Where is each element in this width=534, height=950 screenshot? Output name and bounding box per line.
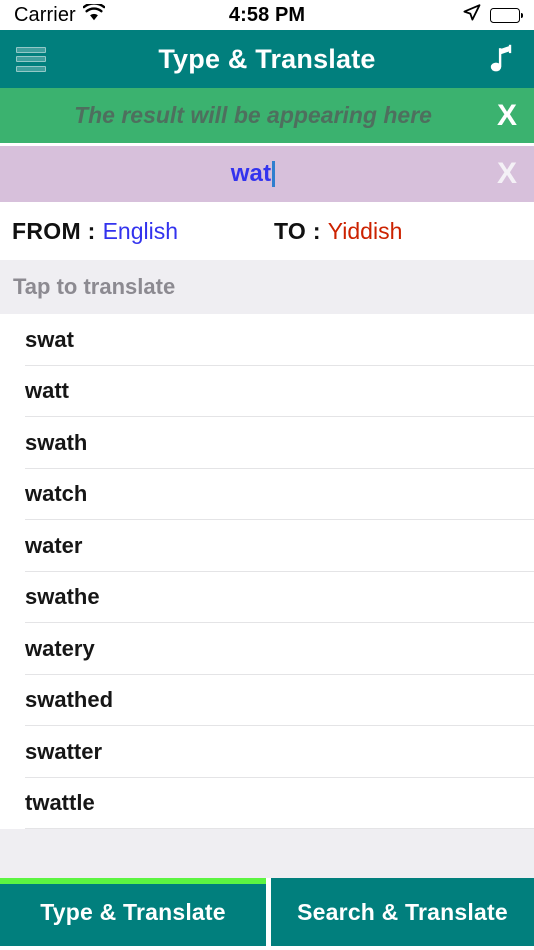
- list-item[interactable]: swathe: [0, 572, 534, 624]
- tab-search-and-translate[interactable]: Search & Translate: [271, 878, 534, 946]
- hamburger-menu-icon[interactable]: [16, 46, 46, 72]
- list-item[interactable]: watt: [0, 366, 534, 418]
- app-screen: Carrier 4:58 PM Type & Translate The res…: [0, 0, 534, 950]
- clear-input-button[interactable]: X: [490, 157, 524, 191]
- list-empty-area: [0, 829, 534, 878]
- list-item[interactable]: twattle: [0, 778, 534, 830]
- status-bar-time: 4:58 PM: [228, 3, 306, 26]
- clear-result-button[interactable]: X: [490, 99, 524, 133]
- list-item-label: swathe: [25, 584, 100, 610]
- list-item-label: swathed: [25, 687, 114, 713]
- translation-result-placeholder: The result will be appearing here: [74, 102, 432, 128]
- tab-type-and-translate-label: Type & Translate: [40, 898, 226, 925]
- target-language-selector[interactable]: TO : Yiddish: [274, 218, 402, 245]
- bottom-tab-bar: Type & Translate Search & Translate: [0, 878, 534, 950]
- list-item-label: twattle: [25, 790, 95, 816]
- list-item-label: swath: [25, 429, 88, 455]
- carrier-label: Carrier: [14, 3, 76, 26]
- translation-result-bar: The result will be appearing here X: [0, 88, 534, 146]
- language-selector-row: FROM : English TO : Yiddish: [0, 202, 534, 260]
- list-item-label: swat: [25, 326, 74, 352]
- active-tab-indicator: [0, 878, 266, 884]
- page-title: Type & Translate: [158, 43, 376, 74]
- wifi-icon: [82, 1, 106, 27]
- list-item[interactable]: water: [0, 520, 534, 572]
- to-language-value: Yiddish: [327, 217, 403, 244]
- list-item[interactable]: watery: [0, 623, 534, 675]
- text-input-value: wat: [230, 160, 272, 187]
- from-label: FROM :: [12, 217, 96, 244]
- tab-search-and-translate-label: Search & Translate: [297, 898, 508, 925]
- music-note-icon[interactable]: [488, 42, 518, 76]
- list-item-label: swatter: [25, 738, 103, 764]
- list-item[interactable]: swatter: [0, 726, 534, 778]
- list-item[interactable]: watch: [0, 469, 534, 521]
- status-bar-left: Carrier: [14, 1, 229, 27]
- list-item-label: watt: [25, 378, 69, 404]
- list-item[interactable]: swath: [0, 417, 534, 469]
- list-item-label: watery: [25, 635, 95, 661]
- status-bar: Carrier 4:58 PM: [0, 0, 534, 30]
- battery-full-icon: [490, 7, 524, 23]
- list-item[interactable]: swat: [0, 314, 534, 366]
- to-label: TO :: [274, 217, 321, 244]
- list-item-label: watch: [25, 481, 88, 507]
- location-arrow-icon: [462, 3, 481, 28]
- text-input-bar[interactable]: wat X: [0, 146, 534, 202]
- list-item[interactable]: swathed: [0, 675, 534, 727]
- tap-to-translate-button[interactable]: Tap to translate: [0, 260, 534, 314]
- status-bar-right: [305, 3, 524, 28]
- text-input-field[interactable]: wat: [0, 160, 534, 188]
- suggestion-list[interactable]: swat watt swath watch water swathe watery swath…: [0, 314, 534, 878]
- tab-type-and-translate[interactable]: Type & Translate: [0, 878, 266, 946]
- list-item-label: water: [25, 532, 83, 558]
- source-language-selector[interactable]: FROM : English: [8, 218, 274, 245]
- text-caret: [272, 161, 276, 187]
- app-header: Type & Translate: [0, 30, 534, 88]
- from-language-value: English: [102, 217, 178, 244]
